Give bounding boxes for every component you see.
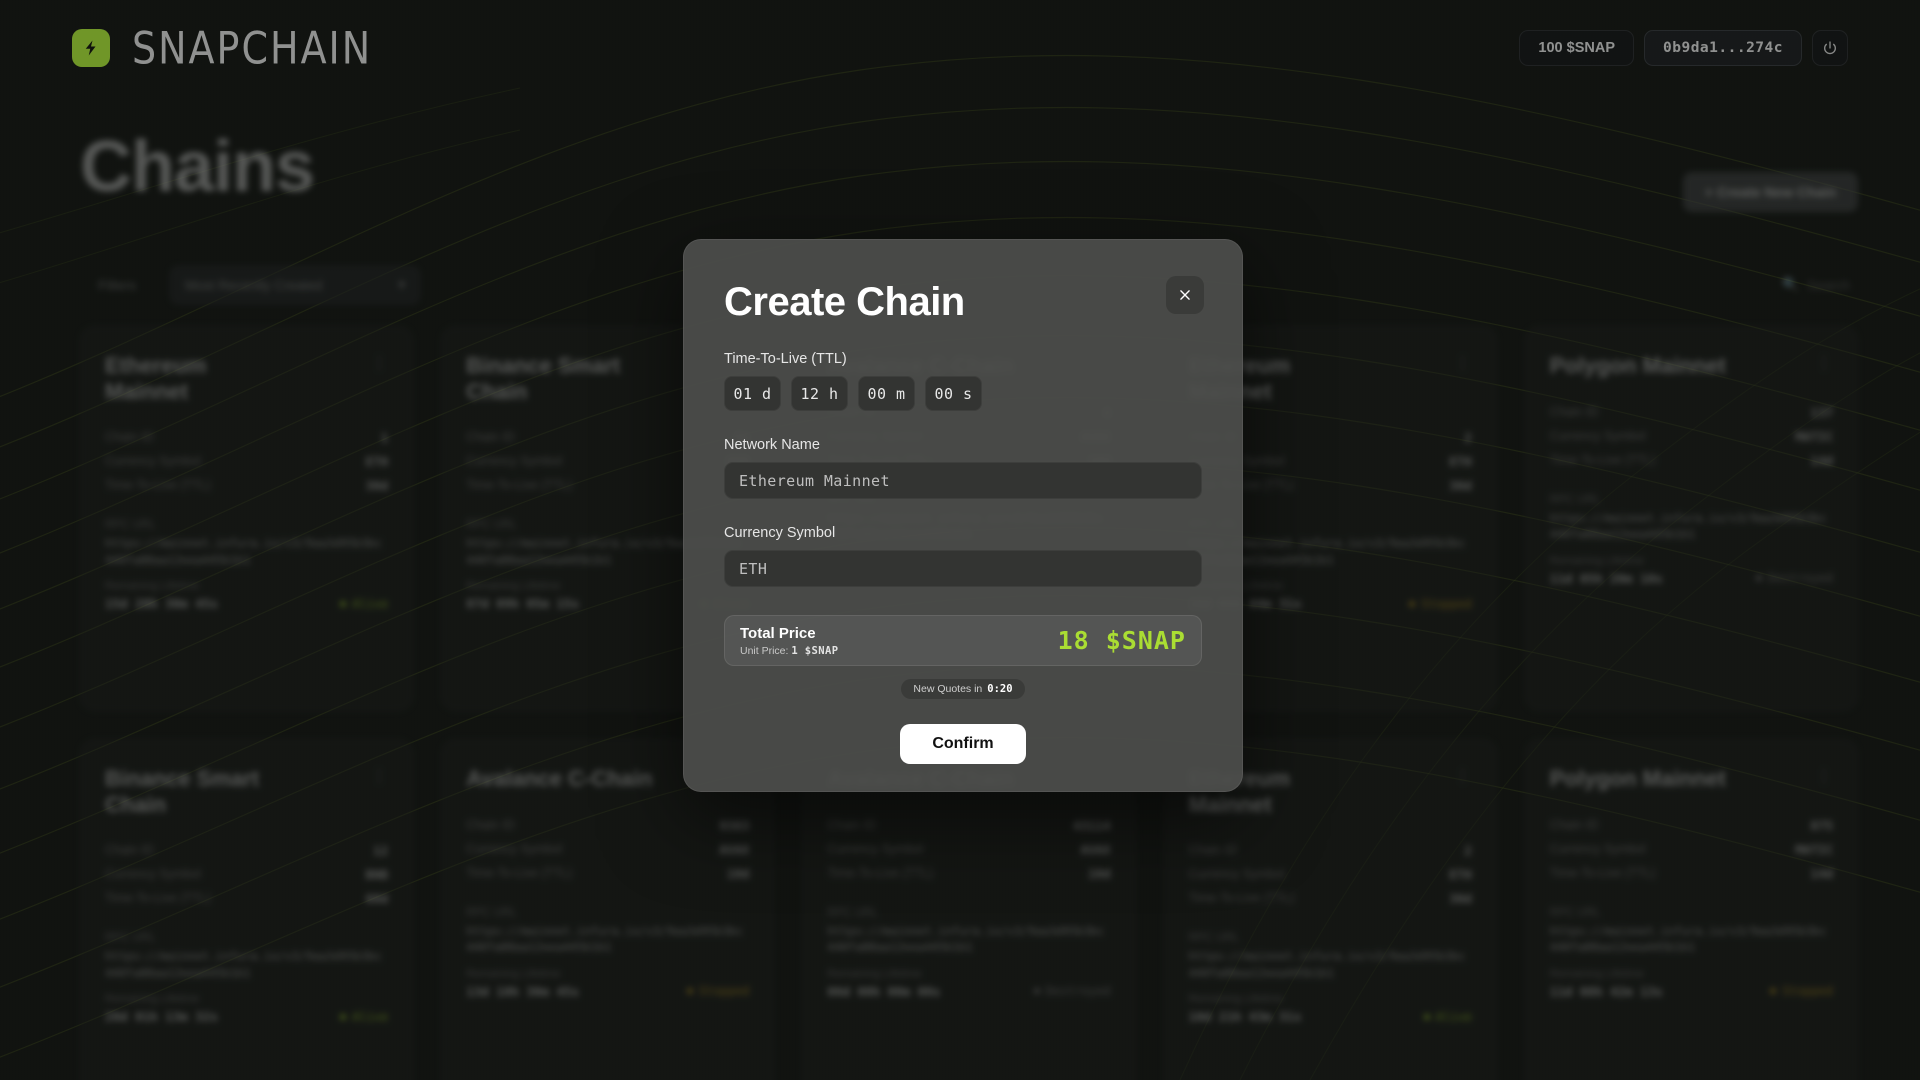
modal-actions: Confirm	[724, 724, 1202, 764]
network-name-input[interactable]: Ethereum Mainnet	[724, 462, 1202, 499]
ttl-minutes-input[interactable]: 00 m	[858, 376, 915, 411]
total-price-info: Total Price Unit Price: 1 $SNAP	[740, 625, 838, 657]
new-quotes-badge: New Quotes in 0:20	[901, 679, 1025, 699]
close-icon[interactable]	[1166, 276, 1204, 314]
confirm-button[interactable]: Confirm	[900, 724, 1026, 764]
total-price-panel: Total Price Unit Price: 1 $SNAP 18 $SNAP	[724, 615, 1202, 666]
new-quotes-label: New Quotes in	[913, 683, 983, 695]
quote-timer-row: New Quotes in 0:20	[724, 679, 1202, 699]
ttl-hours-input[interactable]: 12 h	[791, 376, 848, 411]
modal-overlay[interactable]: Create Chain Time-To-Live (TTL) 01 d 12 …	[0, 0, 1920, 1080]
unit-price-label: Unit Price:	[740, 644, 789, 657]
ttl-label: Time-To-Live (TTL)	[724, 351, 847, 367]
ttl-input-group: 01 d 12 h 00 m 00 s	[724, 376, 1202, 411]
unit-price-value: 1 $SNAP	[791, 644, 839, 657]
currency-symbol-label: Currency Symbol	[724, 525, 836, 541]
unit-price-row: Unit Price: 1 $SNAP	[740, 645, 838, 657]
ttl-seconds-input[interactable]: 00 s	[925, 376, 982, 411]
currency-symbol-input[interactable]: ETH	[724, 550, 1202, 587]
network-name-label: Network Name	[724, 437, 820, 453]
ttl-days-input[interactable]: 01 d	[724, 376, 781, 411]
total-price-value: 18 $SNAP	[1057, 626, 1186, 655]
total-price-label: Total Price	[740, 624, 816, 642]
new-quotes-timer: 0:20	[987, 683, 1013, 695]
create-chain-modal: Create Chain Time-To-Live (TTL) 01 d 12 …	[683, 239, 1243, 792]
modal-title: Create Chain	[724, 280, 965, 324]
